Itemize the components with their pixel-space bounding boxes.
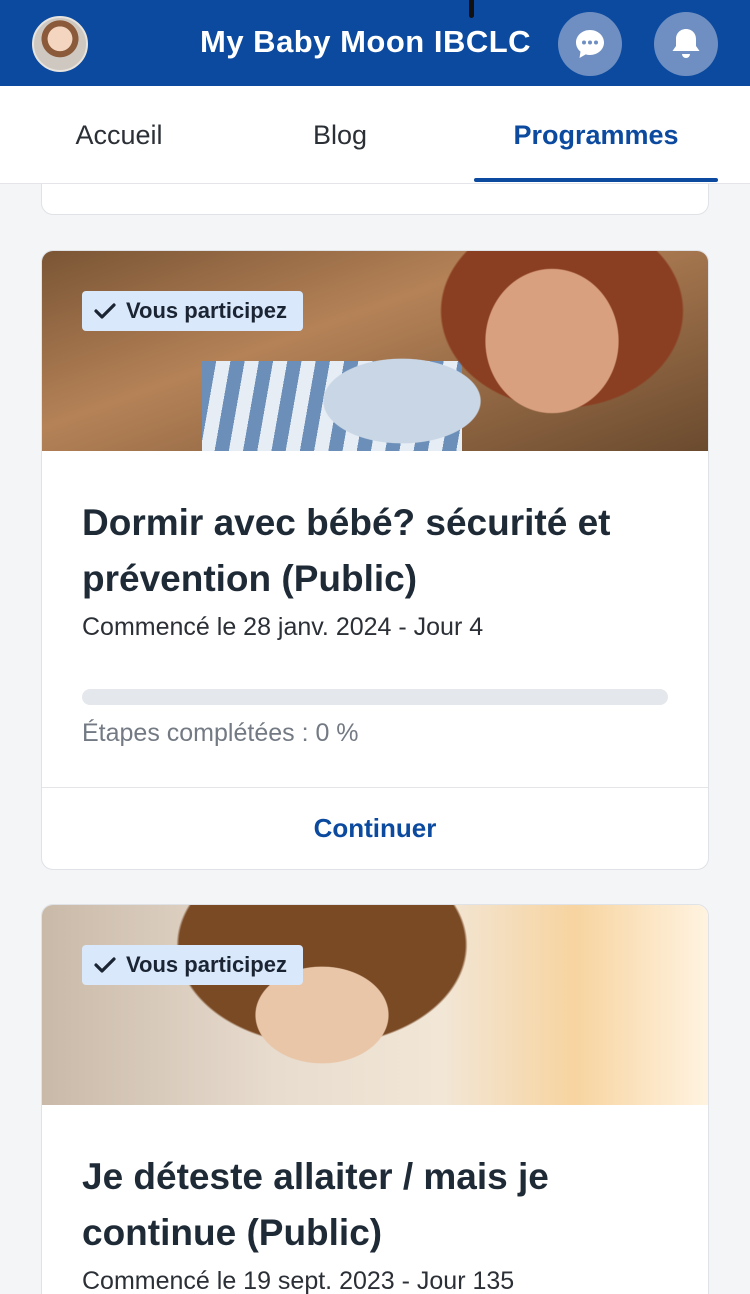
tab-blog[interactable]: Blog (270, 86, 410, 184)
status-notch (469, 0, 474, 18)
progress-label: Étapes complétées : 0 % (82, 719, 359, 747)
tab-bar: Accueil Blog Programmes (0, 86, 750, 184)
participating-badge: Vous participez (82, 945, 303, 985)
program-card[interactable]: Vous participez Dormir avec bébé? sécuri… (41, 250, 709, 870)
card-footer: Continuer (42, 787, 708, 869)
program-card[interactable]: Vous participez Je déteste allaiter / ma… (41, 904, 709, 1294)
active-tab-indicator (474, 178, 718, 182)
program-cover-image: Vous participez (42, 251, 708, 451)
progress-bar (82, 689, 668, 705)
checkmark-icon (94, 957, 116, 973)
bell-icon (672, 29, 700, 58)
program-start-date: Commencé le 19 sept. 2023 - Jour 135 (82, 1267, 515, 1294)
program-start-date: Commencé le 28 janv. 2024 - Jour 4 (82, 613, 484, 641)
badge-label: Vous participez (126, 298, 287, 323)
chat-button[interactable] (558, 12, 622, 76)
participating-badge: Vous participez (82, 291, 303, 331)
app-header: My Baby Moon IBCLC (0, 0, 750, 86)
badge-label: Vous participez (126, 952, 287, 977)
chat-bubble-icon (576, 30, 604, 58)
app-title: My Baby Moon IBCLC (200, 24, 532, 59)
checkmark-icon (94, 303, 116, 319)
continue-button[interactable]: Continuer (314, 813, 437, 844)
tab-accueil[interactable]: Accueil (40, 86, 198, 184)
avatar[interactable] (32, 16, 88, 72)
previous-program-card (41, 184, 709, 215)
program-title[interactable]: Dormir avec bébé? sécurité et prévention… (82, 495, 668, 607)
notifications-button[interactable] (654, 12, 718, 76)
program-title[interactable]: Je déteste allaiter / mais je continue (… (82, 1149, 668, 1261)
program-cover-image: Vous participez (42, 905, 708, 1105)
tab-programmes[interactable]: Programmes (474, 86, 718, 184)
program-list[interactable]: Vous participez Dormir avec bébé? sécuri… (0, 184, 750, 1294)
